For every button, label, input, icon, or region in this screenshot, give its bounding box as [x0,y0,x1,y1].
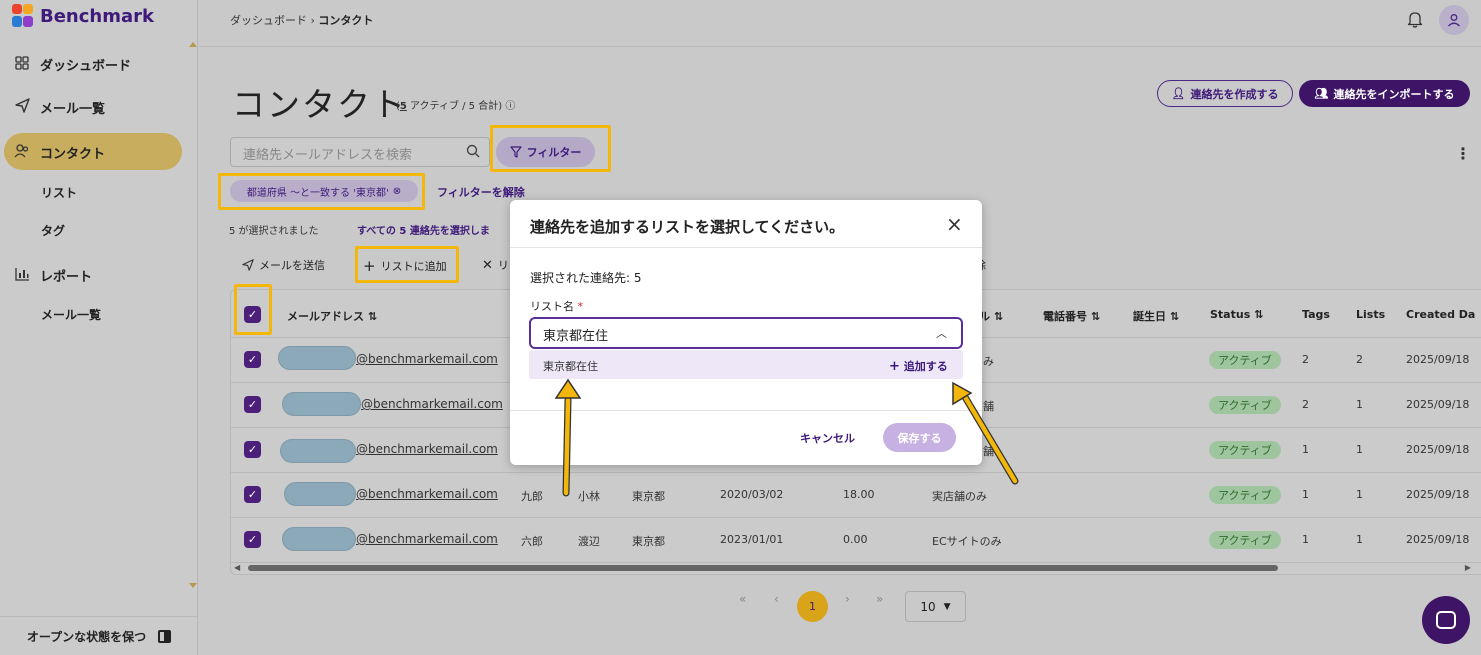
annotation-arrow-diagonal [952,381,1019,485]
annotation-arrow-up [554,378,582,497]
annotation-arrows [554,378,1019,497]
